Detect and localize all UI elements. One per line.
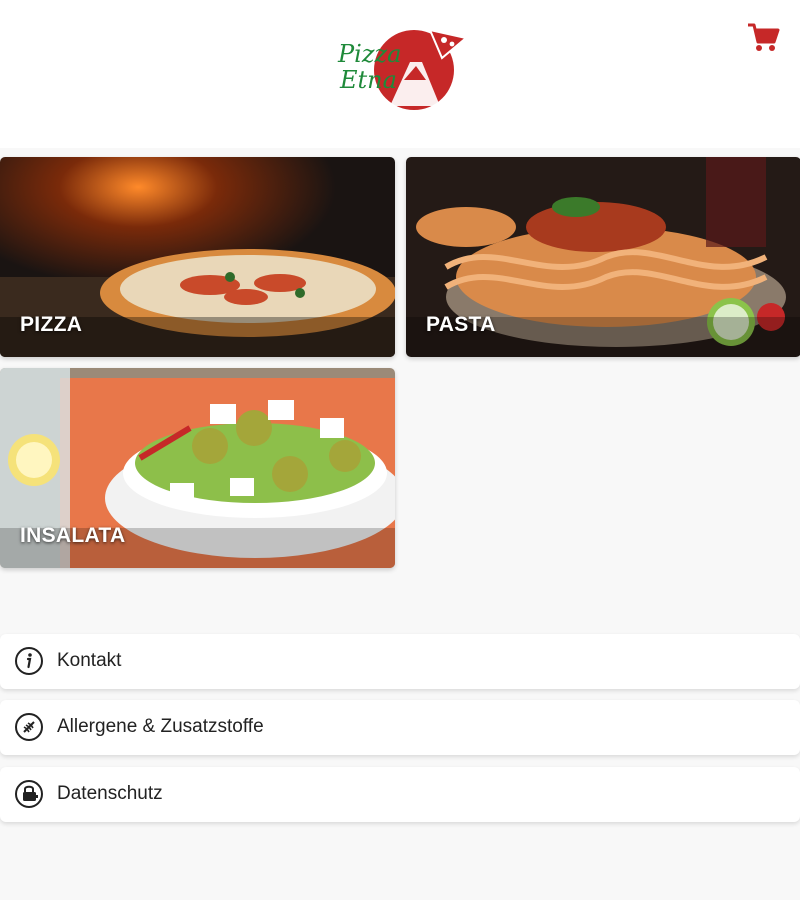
category-label: PIZZA: [20, 313, 83, 336]
category-tile-pasta[interactable]: PASTA: [406, 157, 800, 357]
category-tile-pizza[interactable]: PIZZA: [0, 157, 395, 357]
menu-item-kontakt[interactable]: Kontakt: [0, 634, 800, 689]
privacy-icon: [14, 779, 44, 809]
brand-name-line1: Pizza: [338, 40, 402, 68]
cart-icon: [748, 23, 780, 51]
category-label: PASTA: [426, 313, 496, 336]
menu-item-label: Allergene & Zusatzstoffe: [57, 716, 264, 737]
menu-item-label: Datenschutz: [57, 783, 163, 804]
category-label: INSALATA: [20, 524, 126, 547]
brand-name-line2: Etna: [340, 66, 397, 94]
wheat-icon: [14, 712, 44, 742]
header: Pizza Etna: [0, 0, 800, 148]
logo[interactable]: Pizza Etna: [330, 22, 470, 118]
menu-item-label: Kontakt: [57, 650, 122, 671]
category-tile-insalata[interactable]: INSALATA: [0, 368, 395, 568]
menu-item-allergene[interactable]: Allergene & Zusatzstoffe: [0, 700, 800, 755]
menu-item-datenschutz[interactable]: Datenschutz: [0, 767, 800, 822]
info-icon: [14, 646, 44, 676]
cart-button[interactable]: [746, 22, 780, 54]
